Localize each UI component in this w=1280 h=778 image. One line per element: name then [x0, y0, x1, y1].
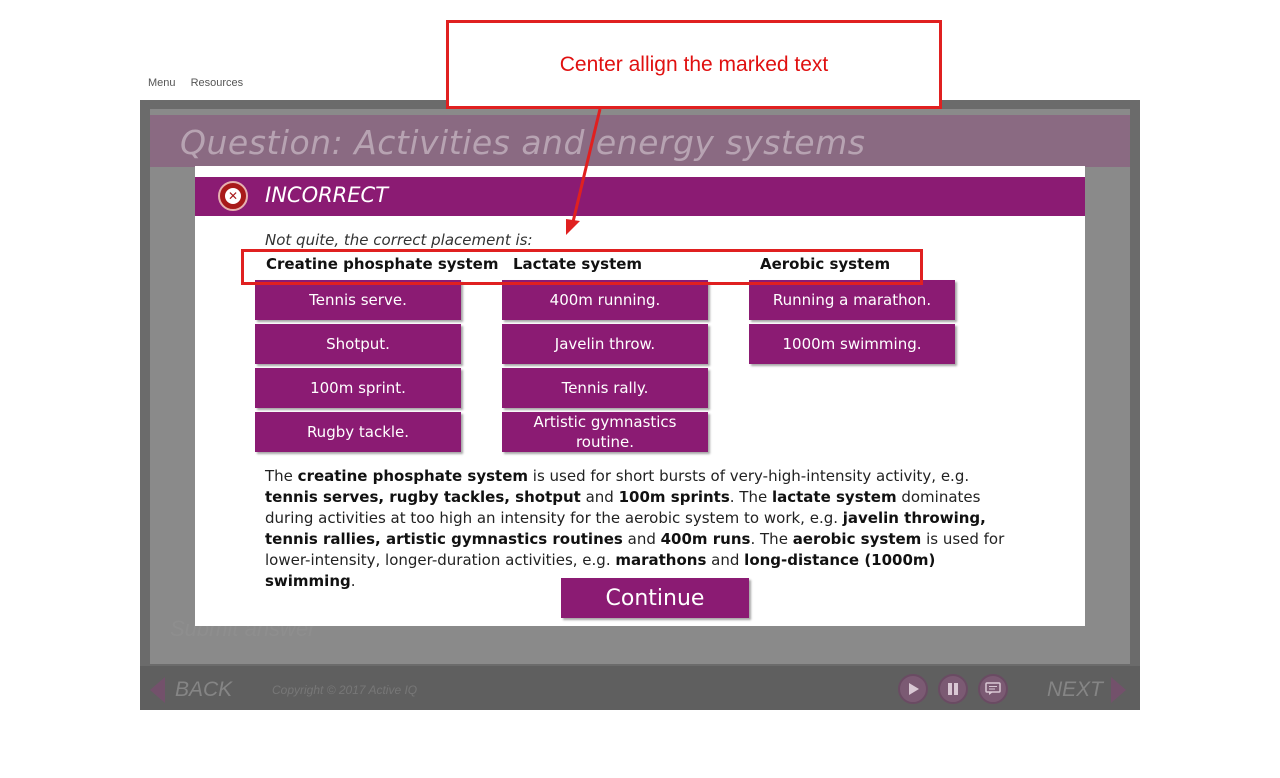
play-button[interactable] [898, 674, 928, 704]
annotation-callout-text: Center allign the marked text [559, 53, 829, 76]
drag-item[interactable]: Javelin throw. [502, 324, 708, 364]
drag-item[interactable]: 400m running. [502, 280, 708, 320]
feedback-bold-run: 100m sprints [618, 488, 730, 506]
next-arrow-icon [1111, 677, 1127, 703]
captions-icon [985, 682, 1001, 695]
feedback-text-run: and [622, 530, 661, 548]
slide-title-bar: Question: Activities and energy systems [150, 115, 1130, 167]
captions-button[interactable] [978, 674, 1008, 704]
drag-item[interactable]: 1000m swimming. [749, 324, 955, 364]
feedback-text-run: . The [729, 488, 772, 506]
feedback-text-run: . The [750, 530, 793, 548]
feedback-text-run: and [580, 488, 619, 506]
drag-item[interactable]: Running a marathon. [749, 280, 955, 320]
feedback-explanation: The creatine phosphate system is used fo… [265, 466, 1025, 592]
continue-button[interactable]: Continue [561, 578, 749, 618]
feedback-status: INCORRECT [265, 183, 389, 207]
drag-item[interactable]: 100m sprint. [255, 368, 461, 408]
feedback-bold-run: 400m runs [660, 530, 751, 548]
annotation-highlight-box [241, 249, 923, 285]
next-button[interactable]: NEXT [1047, 677, 1127, 703]
feedback-text-run: and [706, 551, 745, 569]
resources-link[interactable]: Resources [191, 77, 244, 89]
feedback-text-run: is used for short bursts of very-high-in… [528, 467, 970, 485]
feedback-intro: Not quite, the correct placement is: [265, 231, 533, 249]
next-label: NEXT [1047, 678, 1104, 701]
feedback-bold-run: tennis serves, rugby tackles, shotput [265, 488, 581, 506]
drag-item[interactable]: Shotput. [255, 324, 461, 364]
slide-title: Question: Activities and energy systems [180, 123, 866, 162]
drag-item[interactable]: Tennis rally. [502, 368, 708, 408]
feedback-text-run: . [350, 572, 356, 590]
annotation-callout: Center allign the marked text [446, 20, 942, 109]
drag-item[interactable]: Rugby tackle. [255, 412, 461, 452]
play-icon [909, 683, 919, 695]
feedback-bold-run: aerobic system [792, 530, 922, 548]
pause-button[interactable] [938, 674, 968, 704]
feedback-text-run: The [265, 467, 298, 485]
copyright-text: Copyright © 2017 Active IQ [272, 683, 418, 697]
back-button[interactable]: BACK [150, 677, 232, 703]
feedback-bold-run: creatine phosphate system [297, 467, 529, 485]
drag-item[interactable]: Tennis serve. [255, 280, 461, 320]
pause-icon [948, 683, 958, 695]
top-nav: Menu Resources [148, 77, 255, 89]
menu-link[interactable]: Menu [148, 77, 176, 89]
feedback-header: ✕ INCORRECT [195, 177, 1085, 216]
feedback-bold-run: marathons [615, 551, 707, 569]
feedback-bold-run: lactate system [771, 488, 897, 506]
back-arrow-icon [150, 677, 165, 703]
drag-item[interactable]: Artistic gymnastics routine. [502, 412, 708, 452]
back-label: BACK [175, 678, 233, 701]
incorrect-icon: ✕ [218, 181, 248, 211]
